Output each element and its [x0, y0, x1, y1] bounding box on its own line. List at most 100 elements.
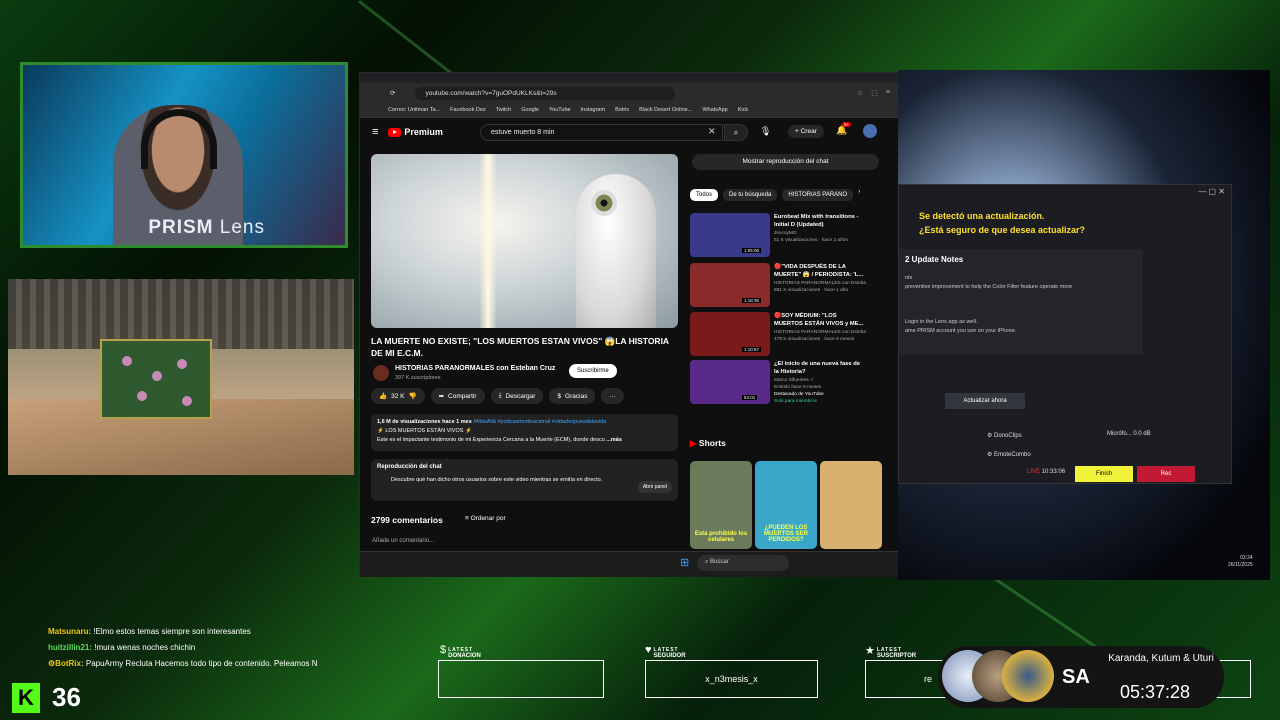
- video-thumbnail: [690, 360, 770, 404]
- bookmarks-bar: Correo: Unitman Ta... Facebook Dez Twitc…: [360, 103, 900, 118]
- live-timer: LIVE 10:33:06: [1027, 469, 1066, 475]
- window-controls[interactable]: — ▢ ✕: [1198, 187, 1225, 196]
- webcam-frame: PRISM Lens: [20, 62, 348, 248]
- update-notes: 2 Update Notes nts preventive improvemen…: [899, 249, 1143, 355]
- taskbar-search[interactable]: ⌕ Buscar: [697, 555, 789, 571]
- bookmark[interactable]: Google: [521, 107, 539, 113]
- prism-lens-watermark: PRISM Lens: [148, 217, 265, 238]
- extension-icon[interactable]: ⬚: [871, 89, 878, 97]
- star-icon: ★: [865, 645, 875, 657]
- chat-message: ⚙BotRix: PapuArmy Recluta Hacemos todo t…: [48, 659, 318, 668]
- thanks-icon: $: [557, 392, 562, 400]
- avatar[interactable]: [863, 124, 877, 138]
- mic-level: Micrófo... 0.0 dB: [1107, 431, 1151, 437]
- search-input[interactable]: estuve muerto 8 min: [480, 124, 723, 141]
- update-now-button[interactable]: Actualizar ahora: [945, 393, 1025, 409]
- short-video[interactable]: Esta prohibido los celulares: [690, 461, 752, 549]
- share-button[interactable]: ➦ Compartir: [430, 388, 485, 404]
- boss-names: Karanda, Kutum & Uturi: [1108, 653, 1214, 664]
- thumbs-down-icon[interactable]: 👎: [408, 392, 416, 400]
- tab-bar: [360, 73, 900, 83]
- game-capture: [8, 279, 354, 475]
- rec-channel: HISTORIAS PARANORMALES con Esteba: [774, 330, 867, 335]
- channel-avatar[interactable]: [373, 365, 389, 381]
- show-more-link[interactable]: ...más: [606, 437, 622, 443]
- rec-meta: 881 K visualizaciones · hace 1 año: [774, 288, 849, 293]
- boss-icon: [1002, 650, 1054, 702]
- rec-channel: Marco Sifuentes ✓: [774, 378, 815, 383]
- reload-icon[interactable]: ⟳: [390, 89, 395, 97]
- rec-title: 🔴"VIDA DESPUÉS DE LA MUERTE" 😱 / PERIODI…: [774, 264, 864, 278]
- boss-timer-panel: SA Karanda, Kutum & Uturi 05:37:28: [938, 646, 1224, 708]
- kick-logo: K: [12, 683, 40, 713]
- video-title: LA MUERTE NO EXISTE; "LOS MUERTOS ESTAN …: [371, 336, 669, 358]
- bookmark[interactable]: Instagram: [581, 107, 605, 113]
- channel-name[interactable]: HISTORIAS PARANORMALES con Esteban Cruz: [395, 365, 555, 372]
- game-map-window: [100, 339, 212, 419]
- short-video[interactable]: ¿PUEDEN LOS MUERTOS SER PERDIDOS?: [755, 461, 817, 549]
- video-duration: 54:01: [742, 395, 758, 400]
- chat-message: Matsunaru: !Elmo estos temas siempre son…: [48, 627, 251, 636]
- menu-icon[interactable]: ≡: [886, 89, 890, 97]
- boss-countdown: 05:37:28: [1120, 682, 1191, 702]
- heart-icon: ♥: [645, 644, 652, 656]
- subscribe-button[interactable]: Suscribirme: [569, 364, 617, 378]
- rec-channel: JimcoyMG: [774, 231, 797, 236]
- windows-start-icon[interactable]: ⊞: [680, 556, 689, 569]
- recommended-video[interactable]: 1:05:06 Eurobeat Mix with transitions - …: [690, 213, 870, 259]
- bookmark-star-icon[interactable]: ☆: [857, 89, 863, 97]
- download-button[interactable]: ⤓ Descargar: [490, 388, 544, 404]
- viewer-count: 36: [52, 682, 81, 712]
- search-icon[interactable]: ⌕: [724, 124, 748, 141]
- chip-channel[interactable]: HISTORIAS PARANO: [782, 189, 854, 201]
- light-beam: [479, 154, 497, 328]
- bookmark[interactable]: YouTube: [549, 107, 571, 113]
- bookmark[interactable]: Black Desert Online...: [639, 107, 692, 113]
- record-button[interactable]: Rec: [1137, 466, 1195, 482]
- bookmark[interactable]: Twitch: [496, 107, 512, 113]
- url-field[interactable]: youtube.com/watch?v=7guOPdUKLKs&t=29s: [415, 86, 676, 100]
- source-item[interactable]: ⚙ EmoteCombo: [987, 451, 1031, 458]
- update-title: Se detectó una actualización. ¿Está segu…: [919, 211, 1086, 235]
- show-chat-replay-button[interactable]: Mostrar reproducción del chat: [692, 154, 879, 170]
- create-button[interactable]: + Crear: [788, 125, 824, 138]
- recommended-video[interactable]: 1:18:35 🔴"VIDA DESPUÉS DE LA MUERTE" 😱 /…: [690, 263, 870, 309]
- video-player[interactable]: [371, 154, 678, 328]
- latest-follower-box: x_n3mesis_x: [645, 660, 818, 698]
- microphone-icon[interactable]: 🎙: [760, 126, 771, 137]
- rec-title: ¿El inicio de una nueva fase de la Histo…: [774, 361, 861, 375]
- chevron-right-icon[interactable]: ›: [858, 189, 860, 201]
- comment-count: 2799 comentarios: [371, 515, 443, 525]
- recommended-video[interactable]: 1:10:57 🔴SOY MÉDIUM: "LOS MUERTOS ESTÁN …: [690, 312, 870, 358]
- sort-comments-button[interactable]: ≡ Ordenar por: [465, 515, 506, 522]
- rec-featured: Destacado de YouTube: [774, 392, 824, 397]
- chip-from-search[interactable]: De tu búsqueda: [723, 189, 778, 201]
- chat-message: huitzillin21: !mura wenas noches chichin: [48, 643, 196, 652]
- recommended-video[interactable]: 54:01 ¿El inicio de una nueva fase de la…: [690, 360, 870, 416]
- latest-donation-box: [438, 660, 604, 698]
- browser-window: ⟳ youtube.com/watch?v=7guOPdUKLKs&t=29s …: [359, 72, 902, 577]
- bookmark[interactable]: Facebook Dez: [450, 107, 485, 113]
- chip-all[interactable]: Todos: [690, 189, 719, 201]
- video-description[interactable]: 1,6 M de visualizaciones hace 1 mes #Más…: [371, 414, 678, 451]
- bookmark[interactable]: Botrix: [615, 107, 629, 113]
- youtube-logo[interactable]: Premium: [388, 127, 443, 137]
- open-panel-button[interactable]: Abrir panel: [637, 481, 672, 493]
- hamburger-icon[interactable]: ≡: [372, 126, 378, 138]
- like-button[interactable]: 👍 32 K 👎: [371, 388, 425, 404]
- finish-button[interactable]: Finish: [1075, 466, 1133, 482]
- more-actions-icon[interactable]: ···: [601, 388, 624, 404]
- bookmark[interactable]: Kick: [738, 107, 748, 113]
- short-video[interactable]: [820, 461, 882, 549]
- bookmark[interactable]: Correo: Unitman Ta...: [388, 107, 440, 113]
- add-comment-input[interactable]: Añade un comentario...: [372, 538, 434, 544]
- clear-search-icon[interactable]: ✕: [708, 126, 716, 137]
- thumbs-up-icon: 👍: [379, 393, 388, 400]
- thanks-button[interactable]: $ Gracias: [549, 388, 596, 404]
- bookmark[interactable]: WhatsApp: [702, 107, 727, 113]
- share-icon: ➦: [438, 393, 445, 400]
- rec-members-only: Solo para miembros: [774, 399, 817, 404]
- rec-channel: HISTORIAS PARANORMALES con Esteba: [774, 281, 867, 286]
- creature-eye: [591, 190, 617, 216]
- source-item[interactable]: ⚙ DonoClips: [987, 432, 1022, 439]
